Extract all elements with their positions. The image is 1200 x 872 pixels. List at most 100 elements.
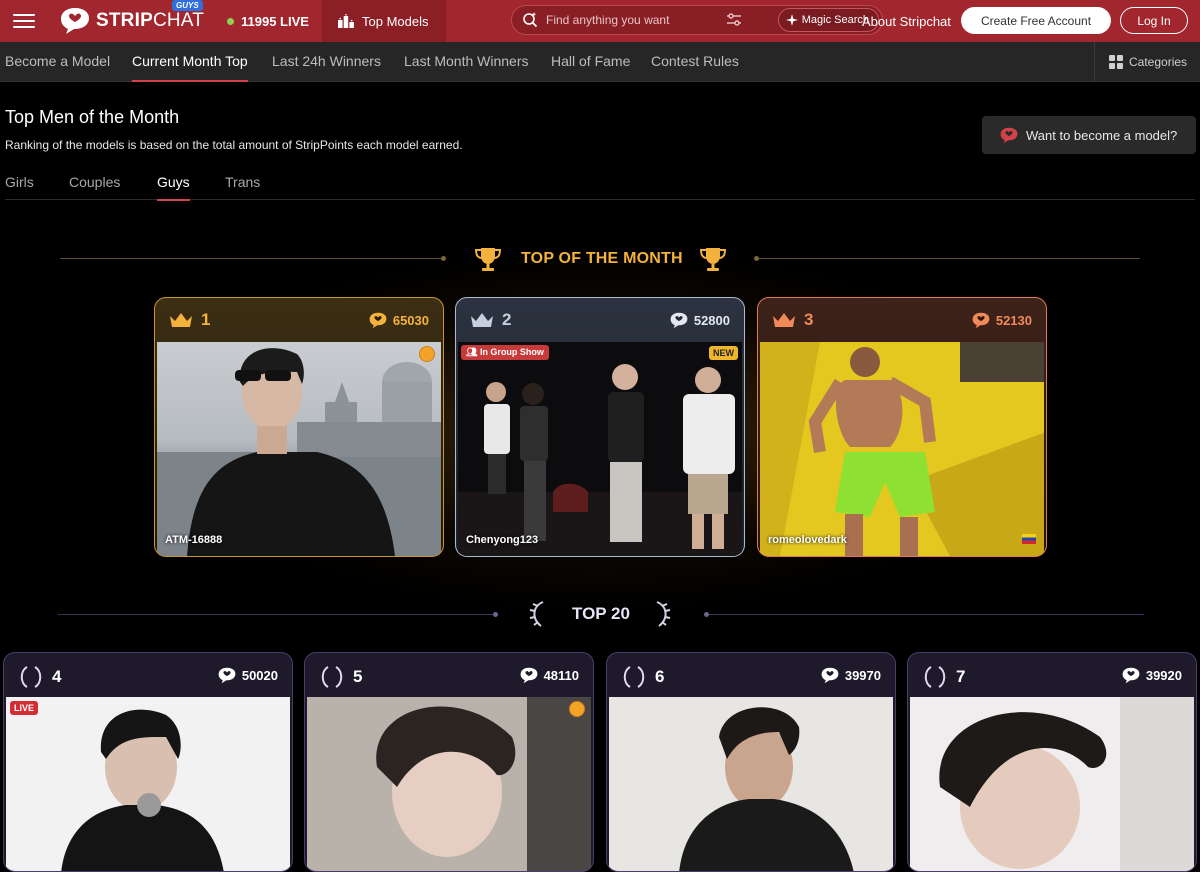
tab-girls[interactable]: Girls <box>5 168 34 200</box>
model-photo[interactable]: LIVE <box>6 697 290 871</box>
award-medal-icon <box>419 346 435 362</box>
live-badge: LIVE <box>10 701 39 715</box>
menu-icon[interactable] <box>13 11 35 31</box>
venezuela-flag-icon <box>1022 534 1036 544</box>
points: 65030 <box>369 312 429 329</box>
subnav-hall-of-fame[interactable]: Hall of Fame <box>551 42 630 82</box>
subnav-last-month-winners[interactable]: Last Month Winners <box>404 42 529 82</box>
model-photo-image <box>760 342 1044 556</box>
model-username: romeolovedark <box>768 534 847 546</box>
top-models-button[interactable]: Top Models <box>322 0 446 42</box>
strippoints-icon <box>369 312 387 329</box>
logo[interactable]: STRIPCHAT GUYS <box>60 0 205 36</box>
tab-couples[interactable]: Couples <box>69 168 120 200</box>
logo-mark-icon <box>61 8 89 34</box>
tab-guys[interactable]: Guys <box>157 168 190 201</box>
top-month-header: TOP OF THE MONTH <box>0 244 1200 274</box>
top20-model-card[interactable]: 5 48110 <box>304 652 594 872</box>
model-photo[interactable]: ATM-16888 <box>157 342 441 556</box>
model-photo[interactable] <box>910 697 1194 871</box>
model-photo[interactable]: 👥︎ In Group Show NEW Chenyong123 <box>458 342 742 556</box>
live-counter[interactable]: 11995 LIVE <box>227 0 309 42</box>
strippoints-icon <box>821 667 839 684</box>
top20-header: TOP 20 <box>0 600 1200 630</box>
top-models-label: Top Models <box>362 13 429 29</box>
magic-search-label: Magic Search <box>801 14 869 26</box>
divider-line <box>60 256 446 261</box>
points: 50020 <box>218 667 278 684</box>
top-model-card[interactable]: 3 52130 romeolovedark <box>757 297 1047 557</box>
categories-button[interactable]: Categories <box>1094 42 1200 82</box>
stripchat-logo-icon <box>1000 127 1018 143</box>
model-photo[interactable] <box>307 697 591 871</box>
card-header: 5 48110 <box>305 653 593 697</box>
login-button[interactable]: Log In <box>1120 7 1188 34</box>
become-model-label: Want to become a model? <box>1026 127 1178 143</box>
crown-icon <box>773 313 795 327</box>
podium-icon <box>338 14 354 28</box>
strippoints-icon <box>972 312 990 329</box>
subnav-last-24h-winners[interactable]: Last 24h Winners <box>272 42 381 82</box>
grid-icon <box>1109 55 1123 69</box>
top20-model-card[interactable]: 7 39920 <box>907 652 1197 872</box>
crown-icon <box>471 313 493 327</box>
search-input[interactable] <box>546 13 716 27</box>
categories-label: Categories <box>1129 55 1188 69</box>
model-photo-image <box>458 364 742 556</box>
model-photo[interactable]: romeolovedark <box>760 342 1044 556</box>
group-show-badge: 👥︎ In Group Show <box>461 345 549 360</box>
card-header: 2 52800 <box>456 298 744 342</box>
model-photo-image <box>376 697 591 871</box>
card-header: 6 39970 <box>607 653 895 697</box>
model-photo-image <box>939 697 1194 871</box>
points: 52800 <box>670 312 730 329</box>
live-dot-icon <box>227 17 234 25</box>
divider-line <box>704 612 1144 617</box>
rank: 3 <box>772 310 813 330</box>
strippoints-icon <box>670 312 688 329</box>
top-model-card[interactable]: 2 52800 👥︎ In Group Show NEW Chenyong123 <box>455 297 745 557</box>
model-username: ATM-16888 <box>165 534 223 546</box>
award-medal-icon <box>569 701 585 717</box>
model-photo-image <box>157 348 441 556</box>
crown-icon <box>170 313 192 327</box>
points: 39970 <box>821 667 881 684</box>
sparkle-icon <box>785 14 798 26</box>
tab-trans[interactable]: Trans <box>225 168 260 200</box>
search-sparkle-icon <box>523 12 538 28</box>
page-title: Top Men of the Month <box>5 107 180 127</box>
about-link[interactable]: About Stripchat <box>862 0 951 42</box>
rank: 7 <box>922 665 965 689</box>
top-month-title: TOP OF THE MONTH <box>521 250 683 267</box>
model-photo-image <box>61 709 224 871</box>
become-model-button[interactable]: Want to become a model? <box>982 116 1196 154</box>
gender-tabs: Girls Couples Guys Trans <box>5 168 1195 201</box>
divider-line <box>754 256 1140 261</box>
subnav-become-model[interactable]: Become a Model <box>5 42 110 82</box>
logo-text: STRIPCHAT <box>96 10 205 31</box>
rank: 4 <box>18 665 61 689</box>
filter-icon[interactable] <box>726 12 742 28</box>
card-header: 1 65030 <box>155 298 443 342</box>
group-icon: 👥︎ <box>466 347 480 357</box>
points: 52130 <box>972 312 1032 329</box>
trophy-icon <box>474 248 502 271</box>
top-model-card[interactable]: 1 65030 ATM-16888 <box>154 297 444 557</box>
subnav-current-month-top[interactable]: Current Month Top <box>132 42 248 82</box>
create-account-button[interactable]: Create Free Account <box>961 7 1111 34</box>
top-header: STRIPCHAT GUYS 11995 LIVE Top Models Mag… <box>0 0 1200 42</box>
model-photo[interactable] <box>609 697 893 871</box>
model-photo-image <box>679 707 854 871</box>
strippoints-icon <box>1122 667 1140 684</box>
laurel-left-icon <box>529 601 544 627</box>
top20-model-card[interactable]: 6 39970 <box>606 652 896 872</box>
subnav-contest-rules[interactable]: Contest Rules <box>651 42 739 82</box>
strippoints-icon <box>520 667 537 684</box>
rank: 2 <box>470 310 511 330</box>
card-header: 3 52130 <box>758 298 1046 342</box>
new-badge: NEW <box>709 346 738 360</box>
laurel-icon <box>623 666 645 688</box>
search-bar: Magic Search <box>511 5 883 35</box>
top20-model-card[interactable]: 4 50020 LIVE <box>3 652 293 872</box>
strippoints-icon <box>218 667 236 684</box>
